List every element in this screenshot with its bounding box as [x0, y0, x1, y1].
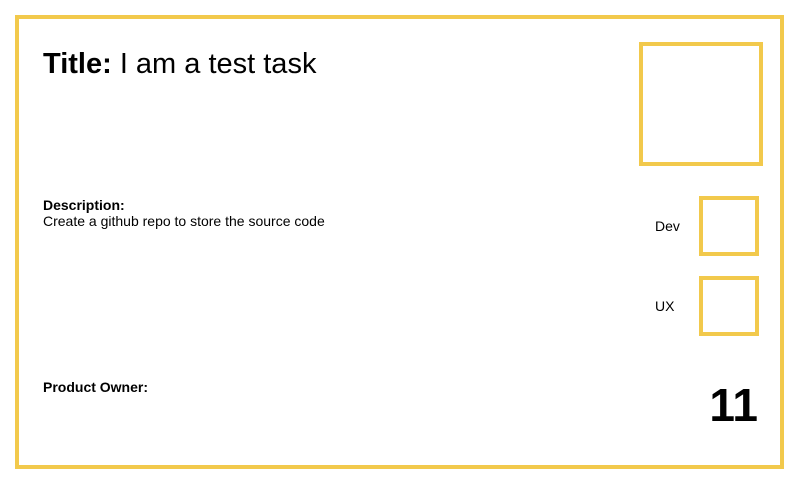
- description-value: Create a github repo to store the source…: [43, 213, 325, 229]
- role-box-ux: [699, 276, 759, 336]
- role-label-ux: UX: [655, 298, 675, 314]
- title-label: Title:: [43, 48, 112, 80]
- estimate-box: [639, 42, 763, 166]
- role-box-dev: [699, 196, 759, 256]
- task-card: Title: I am a test task Description: Cre…: [15, 15, 784, 469]
- role-label-dev: Dev: [655, 218, 680, 234]
- role-row-dev: Dev: [655, 196, 765, 256]
- task-number: 11: [709, 379, 758, 431]
- description-section: Description: Create a github repo to sto…: [43, 197, 325, 229]
- title-value: I am a test task: [119, 48, 317, 80]
- card-title: Title: I am a test task: [43, 47, 316, 81]
- description-label: Description:: [43, 197, 125, 213]
- role-row-ux: UX: [655, 276, 765, 336]
- product-owner-label: Product Owner:: [43, 379, 149, 395]
